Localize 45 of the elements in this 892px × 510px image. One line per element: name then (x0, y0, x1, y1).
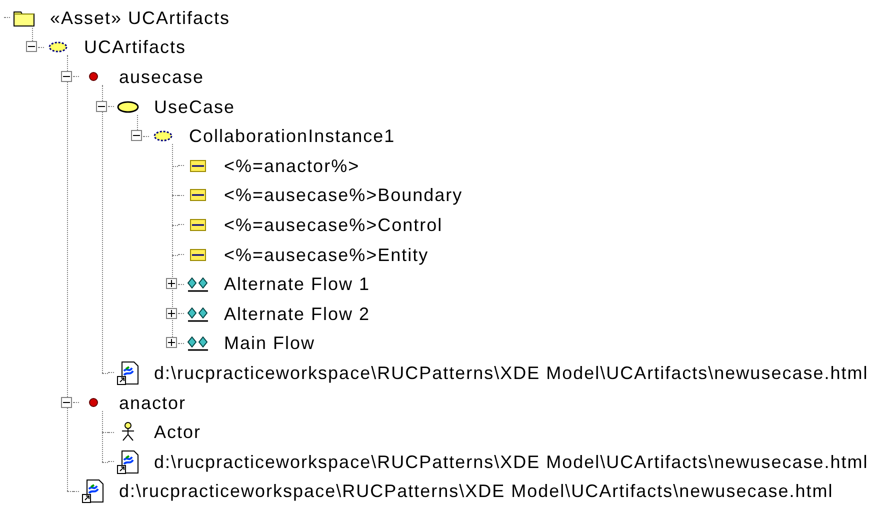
tree-item-label[interactable]: UCArtifacts (84, 38, 186, 56)
document-icon (117, 450, 139, 474)
class-icon (190, 160, 206, 172)
expand-toggle[interactable] (166, 308, 177, 319)
plus-icon (168, 339, 175, 346)
tree-item-label[interactable]: d:\rucpracticeworkspace\RUCPatterns\XDE Model\UCArtifacts\newusecase.html (154, 452, 868, 471)
ellipse-icon (117, 100, 139, 113)
class-icon (190, 189, 206, 202)
diamonds-icon (187, 276, 209, 292)
folder-icon (13, 8, 35, 27)
class-icon (190, 248, 206, 261)
stick-figure-icon (120, 422, 136, 442)
dot-icon (88, 398, 98, 408)
diamonds-icon (187, 306, 209, 322)
tree-item-label[interactable]: «Asset» UCArtifacts (50, 8, 230, 27)
plus-icon (168, 280, 175, 288)
expand-toggle[interactable] (96, 100, 107, 112)
document-icon (117, 360, 139, 385)
expand-toggle[interactable] (166, 337, 177, 348)
expand-toggle[interactable] (131, 130, 142, 142)
tree-item-label[interactable]: <%=ausecase%>Entity (224, 246, 429, 264)
tree-item-label[interactable]: Alternate Flow 1 (224, 275, 370, 294)
dashed-ellipse-icon (153, 130, 173, 142)
expand-toggle[interactable] (26, 41, 37, 52)
plus-icon (168, 310, 175, 317)
tree-item-label[interactable]: Alternate Flow 2 (224, 304, 370, 323)
diamonds-icon (187, 335, 209, 352)
tree-item-label[interactable]: ausecase (119, 68, 204, 86)
tree-item-label[interactable]: d:\rucpracticeworkspace\RUCPatterns\XDE Model\UCArtifacts\newusecase.html (154, 364, 868, 382)
class-icon (190, 218, 206, 231)
tree-item-label[interactable]: <%=anactor%> (224, 156, 360, 175)
tree-item-label[interactable]: Main Flow (224, 334, 316, 352)
expand-toggle[interactable] (61, 70, 72, 82)
tree-item-label[interactable]: CollaborationInstance1 (189, 127, 396, 146)
tree-item-label[interactable]: UseCase (154, 98, 236, 116)
document-icon (82, 479, 104, 504)
tree-item-label[interactable]: d:\rucpracticeworkspace\RUCPatterns\XDE Model\UCArtifacts\newusecase.html (119, 482, 834, 500)
expand-toggle[interactable] (61, 396, 72, 408)
dot-icon (88, 72, 98, 82)
tree-item-label[interactable]: anactor (119, 394, 186, 412)
dashed-ellipse-icon (48, 41, 68, 54)
expand-toggle[interactable] (166, 278, 177, 290)
tree-item-label[interactable]: <%=ausecase%>Control (224, 216, 443, 234)
tree-item-label[interactable]: Actor (154, 423, 202, 442)
tree-item-label[interactable]: <%=ausecase%>Boundary (224, 186, 463, 204)
